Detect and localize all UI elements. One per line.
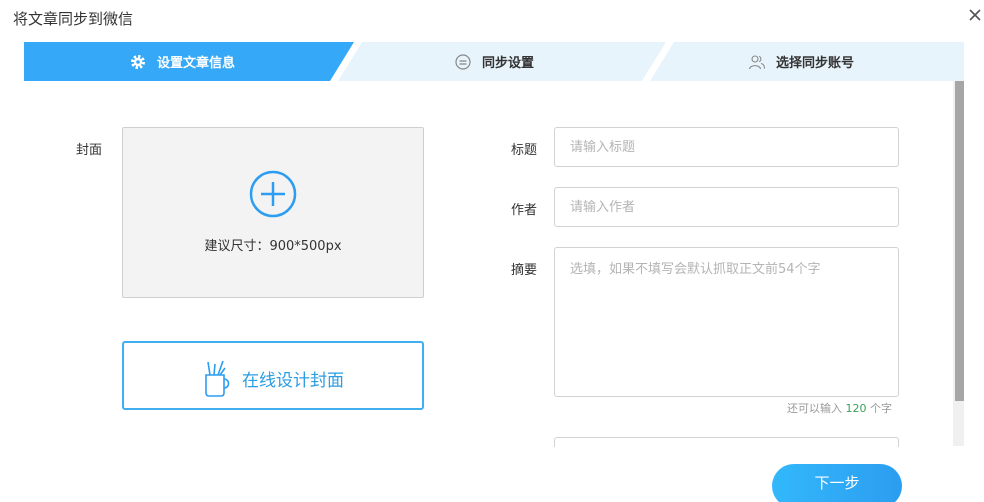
cover-size-hint: 建议尺寸：900*500px xyxy=(204,239,342,254)
step-label: 设置文章信息 xyxy=(157,56,236,71)
design-cover-online-button[interactable]: 在线设计封面 xyxy=(122,341,424,410)
sync-settings-icon xyxy=(455,53,471,70)
author-input[interactable] xyxy=(554,187,899,227)
step-progress-bar: 设置文章信息 同步设置 选择同步账号 xyxy=(24,42,964,81)
next-field-partial[interactable] xyxy=(554,437,899,447)
title-input[interactable] xyxy=(554,127,899,167)
cover-upload-area[interactable]: 建议尺寸：900*500px xyxy=(122,127,424,298)
step-label: 同步设置 xyxy=(482,56,535,71)
summary-textarea[interactable] xyxy=(554,247,899,397)
scrollbar[interactable] xyxy=(953,81,964,446)
gear-icon xyxy=(131,54,145,69)
counter-prefix: 还可以输入 xyxy=(787,402,842,415)
step-article-info[interactable]: 设置文章信息 xyxy=(129,42,235,81)
step-label: 选择同步账号 xyxy=(776,56,855,71)
character-counter: 还可以输入 120 个字 xyxy=(787,400,892,416)
plus-circle-icon xyxy=(249,170,297,218)
step-sync-settings[interactable]: 同步设置 xyxy=(454,42,534,81)
step-select-account[interactable]: 选择同步账号 xyxy=(748,42,854,81)
pen-holder-icon xyxy=(205,360,230,397)
users-icon xyxy=(748,54,766,69)
cover-label: 封面 xyxy=(76,143,103,158)
close-icon[interactable] xyxy=(966,6,984,24)
dialog-title: 将文章同步到微信 xyxy=(13,10,134,28)
author-label: 作者 xyxy=(511,203,538,218)
counter-suffix: 个字 xyxy=(870,402,892,415)
title-label: 标题 xyxy=(511,143,538,158)
scrollbar-thumb[interactable] xyxy=(955,81,964,401)
sync-to-wechat-dialog: 将文章同步到微信 设置文章信息 同步设置 选择同步账号 封面 建议尺寸：900*… xyxy=(0,0,984,502)
design-cover-label: 在线设计封面 xyxy=(242,371,344,391)
counter-remaining: 120 xyxy=(845,402,867,415)
next-step-button[interactable]: 下一步 xyxy=(772,464,902,502)
summary-label: 摘要 xyxy=(511,263,538,278)
